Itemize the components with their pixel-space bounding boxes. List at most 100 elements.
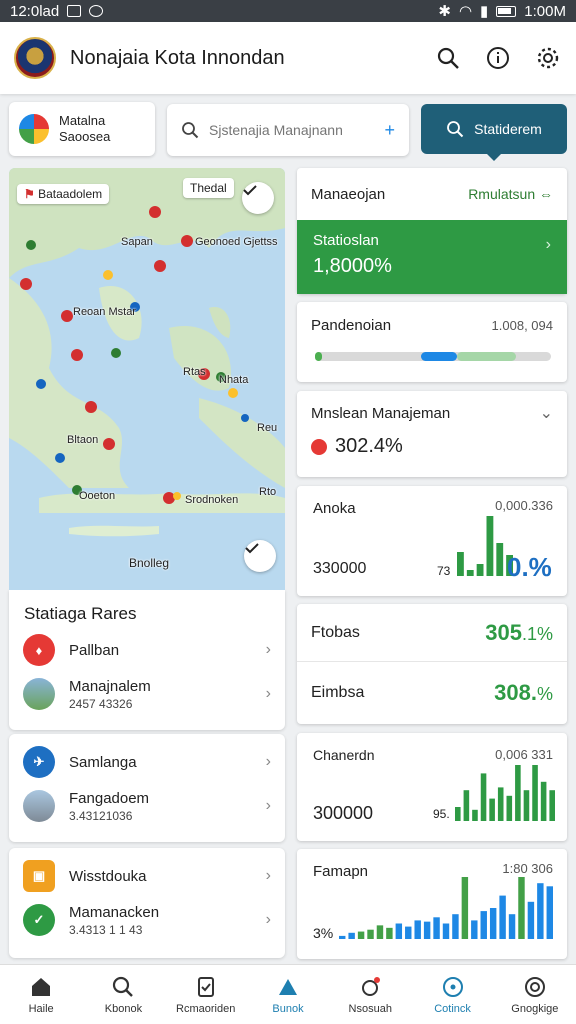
- search-box[interactable]: +: [167, 104, 409, 156]
- chart-bar: [455, 807, 461, 821]
- comparison-row: Eimbsa 308.%: [297, 662, 567, 724]
- chevron-right-icon: ›: [265, 797, 271, 814]
- nav-label: Haile: [28, 1002, 54, 1015]
- photo-thumbnail: [23, 790, 55, 822]
- chart-bar: [546, 886, 553, 939]
- list-item[interactable]: ✈ Samlanga ›: [9, 742, 285, 782]
- info-button[interactable]: [484, 44, 512, 72]
- info-icon: [487, 47, 509, 69]
- search-icon: [447, 121, 464, 138]
- card-left-value: 330000: [313, 560, 367, 577]
- chart-bar: [518, 877, 525, 939]
- list-card: ✈ Samlanga › Fangadoem 3.43121036 ›: [9, 734, 285, 842]
- row-value: 305: [485, 619, 522, 645]
- search-button[interactable]: [434, 44, 462, 72]
- row-label: Ftobas: [311, 623, 360, 641]
- search-input[interactable]: [209, 122, 375, 138]
- map-layer-chip[interactable]: Thedal: [183, 178, 234, 198]
- band-value: 1,8000%: [313, 255, 392, 277]
- nav-label: Gnogkige: [511, 1002, 559, 1015]
- list-item[interactable]: ▣ Wisstdouka ›: [9, 856, 285, 896]
- chart-card[interactable]: Anoka 0,000.336 330000 73 0.%: [297, 486, 567, 596]
- comparison-card[interactable]: Ftobas 305.1% Eimbsa 308.%: [297, 604, 567, 724]
- card-title: Pandenoian: [311, 316, 392, 334]
- list-item-title: Manajnalem: [69, 677, 151, 695]
- card-link[interactable]: Rmulatsun ⇔: [468, 186, 553, 202]
- chart-card[interactable]: Chanerdn 0,006 331 300000 95.: [297, 733, 567, 841]
- chart-bar: [463, 790, 470, 821]
- stat-card[interactable]: Manaeojan Rmulatsun ⇔ Statioslan 1,8000%…: [297, 168, 567, 294]
- region-chip[interactable]: Matalna Saoosea: [9, 102, 155, 156]
- chart-bar: [480, 773, 487, 821]
- chart-bar: [452, 914, 459, 939]
- nav-label: Rcmaoriden: [176, 1002, 236, 1015]
- list-item-title: Wisstdouka: [69, 867, 147, 885]
- card-big-value: 0.%: [507, 552, 552, 582]
- comparison-row: Ftobas 305.1%: [297, 604, 567, 662]
- progress-segment: [315, 352, 323, 361]
- chart-bar: [523, 790, 530, 821]
- row-label: Eimbsa: [311, 684, 365, 701]
- map-locate-button[interactable]: [242, 182, 274, 214]
- page-title: Nonajaia Kota Innondan: [70, 46, 285, 69]
- card-title: Manaeojan: [311, 185, 386, 203]
- nav-item-home[interactable]: Haile: [0, 965, 82, 1024]
- gear-icon: [537, 47, 559, 69]
- add-icon[interactable]: +: [384, 120, 395, 141]
- chart-bar: [395, 923, 403, 939]
- list-item[interactable]: ✓ Mamanacken 3.4313 1 1 43 ›: [9, 896, 285, 944]
- map-zoom-button[interactable]: [244, 540, 276, 572]
- map-label: Rto: [259, 486, 277, 498]
- search-icon: [113, 976, 134, 997]
- list-card: Statiaga Rares ♦ Pallban › Manajnalem 24…: [9, 590, 285, 730]
- chart-bar: [476, 564, 484, 576]
- card-link-label: Rmulatsun: [468, 186, 536, 202]
- photo-thumbnail: [23, 678, 55, 710]
- map-label: Ooeton: [79, 490, 116, 502]
- map-legend-chip[interactable]: ⚑ Bataadolem: [17, 184, 110, 204]
- highlight-band[interactable]: Statioslan 1,8000% ›: [297, 220, 567, 294]
- notification-icon: [89, 5, 104, 17]
- map-legend-label: Bataadolem: [38, 187, 103, 201]
- list-item[interactable]: Manajnalem 2457 43326 ›: [9, 670, 285, 718]
- search-icon: [437, 47, 459, 69]
- nav-item-notification[interactable]: Nsosuah: [329, 965, 411, 1024]
- card-left-value: 300000: [313, 803, 374, 823]
- chart-bar: [489, 798, 495, 821]
- nav-item-document[interactable]: Rcmaoriden: [165, 965, 247, 1024]
- plane-icon: ✈: [23, 746, 55, 778]
- nav-item-settings[interactable]: Gnogkige: [494, 965, 576, 1024]
- chart-bar: [497, 787, 504, 821]
- emblem-logo: [14, 37, 56, 79]
- list-item-subtitle: 3.4313 1 1 43: [69, 922, 143, 937]
- primary-action-label: Statiderem: [474, 121, 542, 137]
- toolbar: Matalna Saoosea + Statiderem: [9, 102, 567, 161]
- chart-card[interactable]: Famapn 1:80 306 3%: [297, 849, 567, 959]
- card-value: 1.008, 094: [491, 317, 553, 333]
- card-small-value: 73: [437, 564, 451, 578]
- chart-bar: [457, 552, 464, 576]
- list-item-subtitle: 2457 43326: [69, 696, 133, 711]
- chart-bar: [461, 877, 469, 939]
- nav-item-chart[interactable]: Bunok: [247, 965, 329, 1024]
- list-item-title: Pallban: [69, 641, 120, 659]
- card-title: Mnslean Manajeman: [311, 404, 451, 422]
- chart-bar: [405, 926, 412, 939]
- document-icon: [197, 976, 214, 997]
- chart-icon: [278, 978, 297, 995]
- list-item[interactable]: ♦ Pallban ›: [9, 630, 285, 670]
- nav-item-target[interactable]: Cotinck: [411, 965, 493, 1024]
- search-icon: [182, 122, 199, 139]
- chart-bar: [367, 929, 374, 939]
- battery-icon: [496, 5, 517, 17]
- settings-button[interactable]: [534, 44, 562, 72]
- nav-item-search[interactable]: Kbonok: [82, 965, 164, 1024]
- chart-bar: [486, 516, 494, 576]
- chart-bar: [532, 765, 538, 821]
- list-item[interactable]: Fangadoem 3.43121036 ›: [9, 782, 285, 830]
- primary-action-button[interactable]: Statiderem: [421, 104, 567, 161]
- chart-bar: [506, 795, 513, 821]
- progress-card[interactable]: Pandenoian 1.008, 094: [297, 302, 567, 382]
- alert-card[interactable]: Mnslean Manajeman ⌄ 302.4%: [297, 391, 567, 477]
- map-view[interactable]: ⚑ Bataadolem Thedal Sapan Geonoed Gjetts…: [9, 168, 285, 590]
